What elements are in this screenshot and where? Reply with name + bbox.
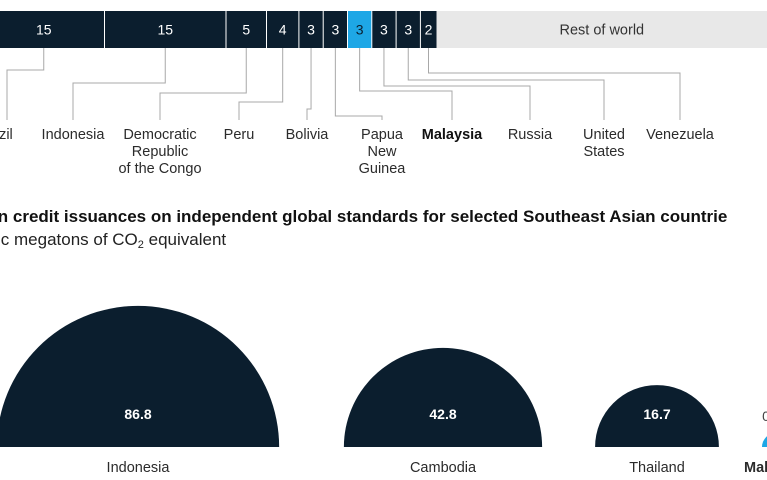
chart-subtitle: ic megatons of CO2 equivalent <box>0 230 767 251</box>
bubble <box>343 347 543 447</box>
chart-title: bon credit issuances on independent glob… <box>0 207 728 226</box>
bubble-svg: 86.8 Indonesia 42.8 Cambodia 16.7 Thailand 0 Ma… <box>0 305 767 476</box>
bubble-value-label: 86.8 <box>124 406 151 422</box>
bubble-chart: 86.8 Indonesia 42.8 Cambodia 16.7 Thailand 0 Ma… <box>0 255 767 480</box>
connector-line <box>159 48 247 120</box>
connector-line <box>428 48 681 120</box>
segment-value-label: 3 <box>356 22 364 38</box>
bubble-category-label: Cambodia <box>410 460 477 476</box>
connector-line <box>6 48 45 120</box>
segment-value-label: 3 <box>331 22 339 38</box>
segment-value-label: 2 <box>425 22 433 38</box>
connector-line <box>238 48 284 120</box>
bubble <box>0 305 280 447</box>
bubble-category-label: Thailand <box>629 460 685 476</box>
bubble-category-label: Indonesia <box>107 460 171 476</box>
stacked-bar-svg: 15 15 5 4 3 3 3 3 3 2 Rest of world <box>0 11 767 120</box>
connector-line <box>72 48 166 120</box>
bubble-value-label: 16.7 <box>643 406 670 422</box>
bubble-value-label: 42.8 <box>429 406 456 422</box>
bubble-value-label: 0 <box>762 408 767 424</box>
segment-value-label: 3 <box>404 22 412 38</box>
segment-value-label: 4 <box>279 22 287 38</box>
connector-line <box>306 48 312 120</box>
stacked-bar-chart: 151554333332Rest of world azilIndonesiaD… <box>0 0 767 200</box>
connector-line <box>407 48 605 120</box>
bubble-category-label: Mal <box>744 460 767 476</box>
country-label: Venezuela <box>646 127 714 143</box>
rest-of-world-label: Rest of world <box>559 23 644 39</box>
connector-line <box>383 48 531 120</box>
segment-value-label: 15 <box>36 22 52 38</box>
bar-segment <box>0 11 105 48</box>
segment-value-label: 3 <box>307 22 315 38</box>
segment-value-label: 5 <box>242 22 250 38</box>
bubble <box>762 436 767 447</box>
segment-value-label: 15 <box>157 22 173 38</box>
subtitle-prefix: ic megatons of CO <box>0 230 138 249</box>
connector-line <box>334 48 383 120</box>
segment-value-label: 3 <box>380 22 388 38</box>
subtitle-suffix: equivalent <box>143 230 227 249</box>
connector-line <box>359 48 453 120</box>
